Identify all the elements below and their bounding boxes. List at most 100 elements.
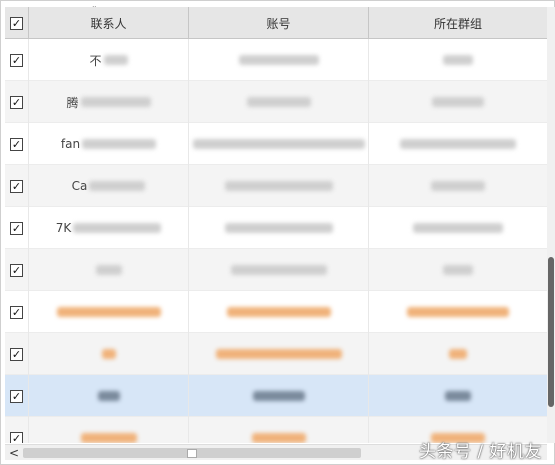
contact-name-cell-visible-text: 7K — [55, 221, 72, 235]
row-checkbox[interactable]: ✓ — [10, 431, 23, 443]
account-cell[interactable] — [189, 207, 369, 249]
row-checkbox[interactable]: ✓ — [10, 347, 23, 361]
table-row[interactable]: ✓ fan — [5, 123, 547, 165]
redacted-text-blur — [246, 97, 311, 107]
group-cell-text — [400, 139, 516, 149]
account-cell-text — [192, 139, 365, 149]
account-cell[interactable] — [189, 291, 369, 333]
table-row[interactable]: ✓ 不 — [5, 39, 547, 81]
row-checkbox-cell[interactable]: ✓ — [5, 39, 29, 81]
contact-name-cell-text: 7K — [56, 221, 162, 235]
row-checkbox[interactable]: ✓ — [10, 179, 23, 193]
vertical-scrollbar[interactable] — [547, 7, 555, 443]
contact-name-cell[interactable]: 腾 — [29, 81, 189, 123]
select-all-checkbox[interactable]: ✓ — [10, 16, 23, 30]
table-row[interactable]: ✓ 腾 — [5, 81, 547, 123]
row-checkbox-cell[interactable]: ✓ — [5, 375, 29, 417]
redacted-text-blur — [449, 349, 467, 359]
group-cell-text — [449, 349, 467, 359]
select-all-cell[interactable]: ✓ — [5, 7, 29, 39]
redacted-text-blur — [101, 349, 116, 359]
group-cell[interactable] — [369, 333, 547, 375]
row-checkbox-cell[interactable]: ✓ — [5, 333, 29, 375]
redacted-text-blur — [445, 391, 471, 401]
table-row[interactable]: ✓ — [5, 249, 547, 291]
redacted-text-blur — [215, 349, 342, 359]
redacted-text-blur — [226, 307, 331, 317]
contact-name-cell-visible-text: Ca — [71, 179, 88, 193]
group-cell[interactable] — [369, 123, 547, 165]
account-cell[interactable] — [189, 417, 369, 443]
contact-name-cell-text: fan — [61, 137, 157, 151]
redacted-text-blur — [432, 97, 484, 107]
row-checkbox-cell[interactable]: ✓ — [5, 249, 29, 291]
contact-name-cell[interactable] — [29, 375, 189, 417]
group-cell[interactable] — [369, 375, 547, 417]
contact-name-cell[interactable]: 不 — [29, 39, 189, 81]
group-cell[interactable] — [369, 39, 547, 81]
table-row[interactable]: ✓ Ca — [5, 165, 547, 207]
contact-name-cell-text: 腾 — [66, 94, 151, 111]
group-cell-text — [443, 55, 473, 65]
row-checkbox[interactable]: ✓ — [10, 221, 23, 235]
row-checkbox[interactable]: ✓ — [10, 389, 23, 403]
account-cell-text — [226, 307, 331, 317]
column-header-contact[interactable]: 联系人 — [29, 7, 189, 39]
redacted-text-blur — [97, 391, 120, 401]
horizontal-scroll-grip[interactable] — [187, 449, 197, 458]
contact-name-cell[interactable] — [29, 291, 189, 333]
contact-name-cell-text — [101, 349, 116, 359]
row-checkbox[interactable]: ✓ — [10, 95, 23, 109]
group-cell[interactable] — [369, 291, 547, 333]
account-cell-text — [230, 265, 327, 275]
group-cell[interactable] — [369, 165, 547, 207]
column-header-account[interactable]: 账号 — [189, 7, 369, 39]
account-cell[interactable] — [189, 123, 369, 165]
account-cell[interactable] — [189, 39, 369, 81]
account-cell[interactable] — [189, 333, 369, 375]
row-checkbox-cell[interactable]: ✓ — [5, 291, 29, 333]
table-row[interactable]: ✓ — [5, 333, 547, 375]
row-checkbox-cell[interactable]: ✓ — [5, 417, 29, 443]
row-checkbox[interactable]: ✓ — [10, 305, 23, 319]
contact-name-cell-text — [56, 307, 161, 317]
contact-name-cell[interactable] — [29, 333, 189, 375]
account-cell[interactable] — [189, 165, 369, 207]
row-checkbox-cell[interactable]: ✓ — [5, 81, 29, 123]
scroll-left-arrow-icon[interactable]: < — [7, 445, 21, 461]
group-cell[interactable] — [369, 249, 547, 291]
row-checkbox-cell[interactable]: ✓ — [5, 165, 29, 207]
contact-name-cell[interactable] — [29, 417, 189, 443]
redacted-text-blur — [73, 223, 162, 233]
account-cell[interactable] — [189, 81, 369, 123]
group-cell[interactable] — [369, 81, 547, 123]
account-cell[interactable] — [189, 249, 369, 291]
contact-name-cell[interactable] — [29, 249, 189, 291]
redacted-text-blur — [95, 265, 122, 275]
contact-name-cell[interactable]: fan — [29, 123, 189, 165]
redacted-text-blur — [103, 55, 128, 65]
contact-name-cell[interactable]: 7K — [29, 207, 189, 249]
row-checkbox-cell[interactable]: ✓ — [5, 123, 29, 165]
group-cell-text — [407, 307, 509, 317]
group-cell[interactable] — [369, 207, 547, 249]
redacted-text-blur — [251, 433, 306, 443]
table-row[interactable]: ✓ — [5, 375, 547, 417]
column-header-group[interactable]: 所在群组 — [369, 7, 547, 39]
table-row[interactable]: ✓ — [5, 291, 547, 333]
contact-name-cell-visible-text: 不 — [89, 53, 102, 68]
row-checkbox[interactable]: ✓ — [10, 137, 23, 151]
redacted-text-blur — [413, 223, 503, 233]
group-cell-text — [413, 223, 503, 233]
group-cell-text — [431, 181, 485, 191]
row-checkbox[interactable]: ✓ — [10, 263, 23, 277]
row-checkbox-cell[interactable]: ✓ — [5, 207, 29, 249]
redacted-text-blur — [82, 139, 157, 149]
account-cell[interactable] — [189, 375, 369, 417]
vertical-scroll-thumb[interactable] — [548, 257, 554, 407]
group-cell-text — [443, 265, 473, 275]
table-row[interactable]: ✓ 7K — [5, 207, 547, 249]
contact-name-cell[interactable]: Ca — [29, 165, 189, 207]
redacted-text-blur — [230, 265, 327, 275]
row-checkbox[interactable]: ✓ — [10, 53, 23, 67]
